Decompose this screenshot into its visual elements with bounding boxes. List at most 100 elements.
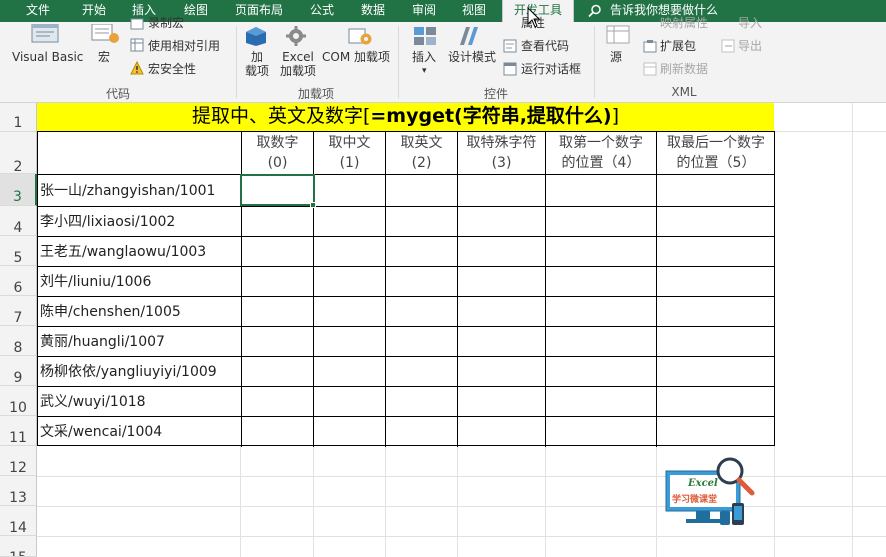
view-code-button[interactable]: 查看代码 (521, 39, 569, 53)
result-cell[interactable] (546, 297, 657, 327)
title-cell[interactable]: 提取中、英文及数字[=myget(字符串,提取什么)] (37, 103, 774, 131)
result-cell[interactable] (386, 175, 458, 207)
result-cell[interactable] (314, 417, 386, 447)
row-header[interactable]: 4 (0, 206, 37, 236)
result-cell[interactable] (386, 267, 458, 297)
result-cell[interactable] (386, 237, 458, 267)
name-cell[interactable]: 武义/wuyi/1018 (38, 387, 242, 417)
fill-handle[interactable] (310, 202, 316, 208)
refresh-data-button[interactable]: 刷新数据 (660, 62, 708, 76)
result-cell[interactable] (242, 297, 314, 327)
name-cell[interactable]: 陈申/chenshen/1005 (38, 297, 242, 327)
result-cell[interactable] (458, 237, 546, 267)
result-cell[interactable] (242, 357, 314, 387)
row-header[interactable]: 14 (0, 506, 37, 536)
name-cell[interactable]: 张一山/zhangyishan/1001 (38, 175, 242, 207)
export-button[interactable]: 导出 (738, 39, 762, 53)
expansion-packs-button[interactable]: 扩展包 (660, 39, 696, 53)
result-cell[interactable] (657, 297, 775, 327)
result-cell[interactable] (546, 327, 657, 357)
row-header[interactable]: 8 (0, 326, 37, 356)
tab-formulas[interactable]: 公式 (300, 0, 344, 22)
result-cell[interactable] (458, 297, 546, 327)
header-cell[interactable]: 取最后一个数字 的位置（5） (657, 132, 775, 175)
record-macro-button[interactable]: 录制宏 (148, 16, 184, 30)
result-cell[interactable] (546, 267, 657, 297)
result-cell[interactable] (314, 357, 386, 387)
name-cell[interactable]: 李小四/lixiaosi/1002 (38, 207, 242, 237)
insert-controls-button[interactable]: 插入 (412, 50, 436, 64)
result-cell[interactable] (657, 387, 775, 417)
result-cell[interactable] (314, 237, 386, 267)
result-cell[interactable] (386, 387, 458, 417)
name-cell[interactable]: 刘牛/liuniu/1006 (38, 267, 242, 297)
result-cell[interactable] (546, 387, 657, 417)
result-cell[interactable] (314, 327, 386, 357)
row-header[interactable]: 9 (0, 356, 37, 386)
active-cell-selection[interactable] (240, 174, 315, 206)
result-cell[interactable] (546, 357, 657, 387)
tab-file[interactable]: 文件 (16, 0, 60, 22)
header-cell[interactable]: 取英文 (2) (386, 132, 458, 175)
row-header[interactable]: 3 (0, 174, 37, 206)
result-cell[interactable] (657, 357, 775, 387)
result-cell[interactable] (657, 175, 775, 207)
result-cell[interactable] (242, 237, 314, 267)
result-cell[interactable] (386, 207, 458, 237)
result-cell[interactable] (314, 387, 386, 417)
result-cell[interactable] (458, 357, 546, 387)
result-cell[interactable] (242, 267, 314, 297)
result-cell[interactable] (386, 357, 458, 387)
result-cell[interactable] (458, 175, 546, 207)
row-header[interactable]: 10 (0, 386, 37, 416)
result-cell[interactable] (386, 297, 458, 327)
header-cell[interactable]: 取特殊字符 (3) (458, 132, 546, 175)
addins-button[interactable]: 加载项 (240, 50, 274, 78)
result-cell[interactable] (657, 417, 775, 447)
result-cell[interactable] (546, 417, 657, 447)
name-cell[interactable]: 杨柳依依/yangliuyiyi/1009 (38, 357, 242, 387)
row-header[interactable]: 6 (0, 266, 37, 296)
tab-view[interactable]: 视图 (452, 0, 496, 22)
name-cell[interactable]: 王老五/wanglaowu/1003 (38, 237, 242, 267)
result-cell[interactable] (314, 175, 386, 207)
design-mode-button[interactable]: 设计模式 (448, 50, 496, 64)
result-cell[interactable] (242, 387, 314, 417)
name-cell[interactable]: 黄丽/huangli/1007 (38, 327, 242, 357)
result-cell[interactable] (314, 297, 386, 327)
result-cell[interactable] (386, 417, 458, 447)
header-cell[interactable] (38, 132, 242, 175)
result-cell[interactable] (314, 267, 386, 297)
result-cell[interactable] (242, 417, 314, 447)
macro-security-button[interactable]: 宏安全性 (148, 62, 196, 76)
result-cell[interactable] (458, 207, 546, 237)
result-cell[interactable] (458, 387, 546, 417)
run-dialog-button[interactable]: 运行对话框 (521, 62, 581, 76)
row-header[interactable]: 13 (0, 476, 37, 506)
result-cell[interactable] (242, 207, 314, 237)
result-cell[interactable] (657, 237, 775, 267)
result-cell[interactable] (546, 207, 657, 237)
result-cell[interactable] (314, 207, 386, 237)
result-cell[interactable] (657, 327, 775, 357)
result-cell[interactable] (546, 175, 657, 207)
result-cell[interactable] (458, 417, 546, 447)
header-cell[interactable]: 取中文 (1) (314, 132, 386, 175)
name-cell[interactable]: 文采/wencai/1004 (38, 417, 242, 447)
row-header[interactable]: 11 (0, 416, 37, 446)
excel-addins-button[interactable]: Excel 加载项 (278, 50, 318, 78)
worksheet-grid[interactable]: 1 2 3 4 5 6 7 8 9 10 11 12 13 14 15 提取中、… (0, 103, 886, 557)
macros-button[interactable]: 宏 (98, 50, 110, 64)
tab-data[interactable]: 数据 (351, 0, 395, 22)
tab-page-layout[interactable]: 页面布局 (228, 0, 290, 22)
row-header[interactable]: 2 (0, 132, 37, 175)
map-properties-button[interactable]: 映射属性 (660, 16, 708, 30)
xml-source-button[interactable]: 源 (610, 50, 622, 64)
result-cell[interactable] (458, 267, 546, 297)
result-cell[interactable] (657, 207, 775, 237)
tab-home[interactable]: 开始 (72, 0, 116, 22)
tab-review[interactable]: 审阅 (402, 0, 446, 22)
result-cell[interactable] (386, 327, 458, 357)
header-cell[interactable]: 取数字 (0) (242, 132, 314, 175)
header-cell[interactable]: 取第一个数字 的位置（4） (546, 132, 657, 175)
